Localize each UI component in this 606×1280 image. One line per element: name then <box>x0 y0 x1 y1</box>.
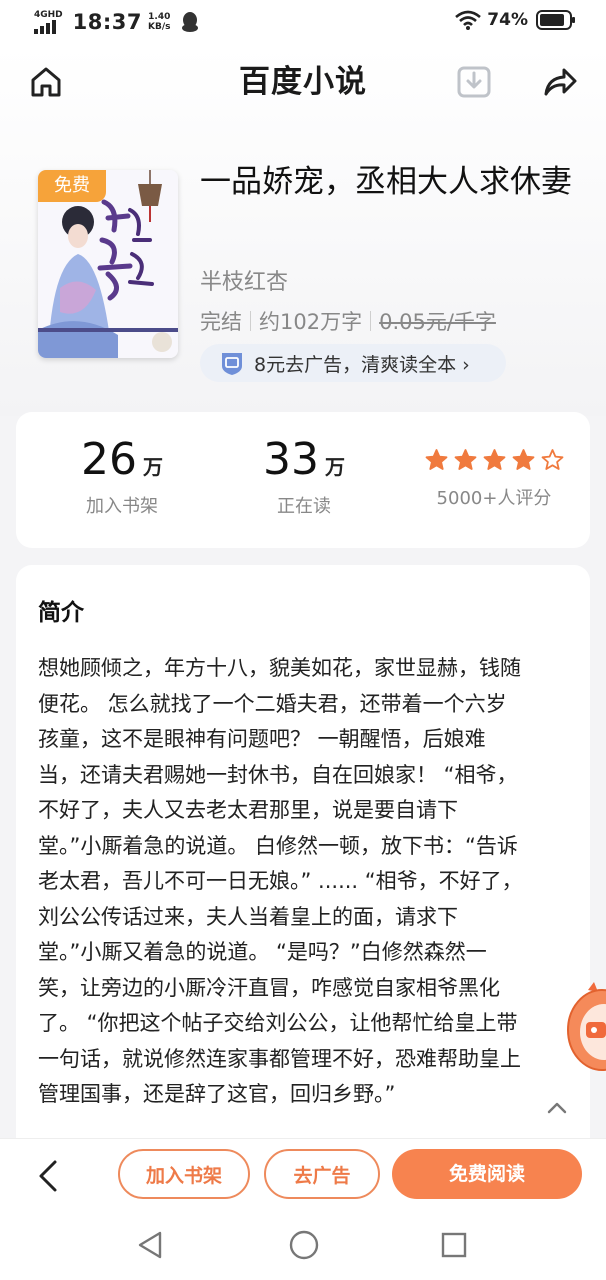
intro-line: 老太君，吾儿不可一日无娘。” ...... “相爷，不好了， <box>38 869 523 893</box>
book-meta: 完结 约102万字 0.05元/千字 <box>200 306 496 336</box>
status-right: 74% <box>455 10 576 30</box>
system-recents-button[interactable] <box>440 1231 468 1263</box>
remove-ad-button[interactable]: 去广告 <box>264 1149 380 1199</box>
book-status: 完结 <box>200 310 242 334</box>
download-button[interactable] <box>456 64 492 104</box>
intro-line: 当，还请夫君赐她一封休书，自在回娘家！ “相爷， <box>38 762 518 787</box>
star-filled-icon <box>454 449 476 470</box>
stat-bookshelf-unit: 万 <box>143 455 163 479</box>
intro-line: 一句话，就说修然连家事都管理不好，恐难帮助皇上 <box>38 1046 521 1071</box>
signal-icon <box>34 19 56 34</box>
floating-mascot-button[interactable] <box>566 982 606 1090</box>
ad-shield-icon <box>222 353 242 375</box>
stat-rating-label: 5000+人评分 <box>436 488 552 509</box>
network-type: 4GHD <box>34 9 63 20</box>
rating-stars <box>416 448 572 472</box>
book-author[interactable]: 半枝红杏 <box>200 264 288 296</box>
battery-percent: 74% <box>487 10 528 30</box>
wifi-icon <box>455 10 482 30</box>
remove-ad-offer[interactable]: 8元去广告，清爽读全本 › <box>200 344 506 382</box>
add-to-shelf-button[interactable]: 加入书架 <box>118 1149 250 1199</box>
intro-line: 笑，让旁边的小厮冷汗直冒，咋感觉自家相爷黑化 <box>38 975 500 1000</box>
star-filled-icon <box>425 449 447 470</box>
net-speed-unit: KB/s <box>148 22 171 32</box>
star-empty-icon <box>541 449 563 470</box>
star-filled-icon <box>483 449 505 470</box>
stat-reading-value: 33 万 <box>234 434 374 486</box>
qq-penguin-icon <box>181 12 198 32</box>
intro-text[interactable]: 想她顾倾之，年方十八，貌美如花，家世显赫，钱随 便花。 怎么就找了一个二婚夫君，还… <box>38 651 574 1113</box>
intro-line: 想她顾倾之，年方十八，貌美如花，家世显赫，钱随 <box>38 656 521 680</box>
triangle-back-icon <box>138 1231 162 1259</box>
stat-reading-unit: 万 <box>325 455 345 479</box>
stat-rating[interactable]: 5000+人评分 <box>416 434 572 510</box>
bottom-action-bar: 加入书架 去广告 免费阅读 <box>0 1138 606 1213</box>
battery-icon <box>536 10 575 30</box>
system-home-button[interactable] <box>288 1229 320 1265</box>
intro-line: 便花。 怎么就找了一个二婚夫君，还带着一个六岁 <box>38 691 507 716</box>
meta-divider <box>370 311 372 331</box>
stat-bookshelf-label: 加入书架 <box>86 496 158 517</box>
clock: 18:37 <box>72 10 143 34</box>
share-button[interactable] <box>540 64 578 104</box>
stat-bookshelf-num: 26 <box>81 434 137 485</box>
intro-line: 孩童，这不是眼神有问题吧？ 一朝醒悟，后娘难 <box>38 727 486 751</box>
collapse-intro-button[interactable] <box>546 1100 584 1119</box>
intro-title: 简介 <box>38 600 84 626</box>
mascot-icon <box>567 982 606 1071</box>
page-title: 百度小说 <box>239 64 367 100</box>
status-left: 4GHD 18:37 1.40 KB/s <box>34 10 199 34</box>
back-button[interactable] <box>36 1159 60 1197</box>
meta-divider <box>250 311 251 331</box>
circle-home-icon <box>289 1230 319 1260</box>
stat-reading-num: 33 <box>263 434 319 485</box>
remove-ad-offer-label: 8元去广告，清爽读全本 › <box>254 353 470 376</box>
intro-line: 管理国事，还是辞了这官，回归乡野。” <box>38 1082 396 1106</box>
system-back-button[interactable] <box>136 1230 164 1264</box>
download-icon <box>457 66 491 98</box>
stat-bookshelf-value: 26 万 <box>52 434 192 486</box>
read-free-button[interactable]: 免费阅读 <box>392 1149 582 1199</box>
stat-bookshelf: 26 万 加入书架 <box>52 434 192 518</box>
intro-line: 了。 “你把这个帖子交给刘公公，让他帮忙给皇上带 <box>38 1011 518 1035</box>
net-speed: 1.40 KB/s <box>148 12 170 32</box>
chevron-up-icon <box>547 1102 567 1114</box>
intro-card: 简介 想她顾倾之，年方十八，貌美如花，家世显赫，钱随 便花。 怎么就找了一个二婚夫… <box>16 565 590 1165</box>
stat-reading-label: 正在读 <box>277 496 331 517</box>
free-badge: 免费 <box>38 170 106 202</box>
status-bar: 4GHD 18:37 1.40 KB/s 74% <box>0 0 606 46</box>
star-filled-icon <box>512 449 534 470</box>
stat-reading: 33 万 正在读 <box>234 434 374 518</box>
square-recents-icon <box>441 1232 467 1258</box>
share-icon <box>544 68 577 96</box>
stats-card: 26 万 加入书架 33 万 正在读 5000+人评分 <box>16 412 590 548</box>
intro-line: 不好了，夫人又去老太君那里，说是要自请下 <box>38 798 458 822</box>
chevron-left-icon <box>39 1160 57 1192</box>
intro-line: 堂。”小厮又着急的说道。 “是吗？”白修然森然一 <box>38 940 487 964</box>
book-word-count: 约102万字 <box>259 310 363 334</box>
book-title: 一品娇宠，丞相大人求休妻 <box>200 164 572 200</box>
net-speed-value: 1.40 <box>148 12 171 22</box>
book-cover[interactable]: 免费 <box>38 170 178 358</box>
signal-group: 4GHD <box>34 9 67 34</box>
intro-line: 刘公公传话过来，夫人当着皇上的面，请求下 <box>38 904 458 929</box>
intro-line: 堂。”小厮着急的说道。 白修然一顿，放下书：“告诉 <box>38 833 518 858</box>
book-price: 0.05元/千字 <box>379 310 496 334</box>
system-nav-bar <box>0 1212 606 1280</box>
